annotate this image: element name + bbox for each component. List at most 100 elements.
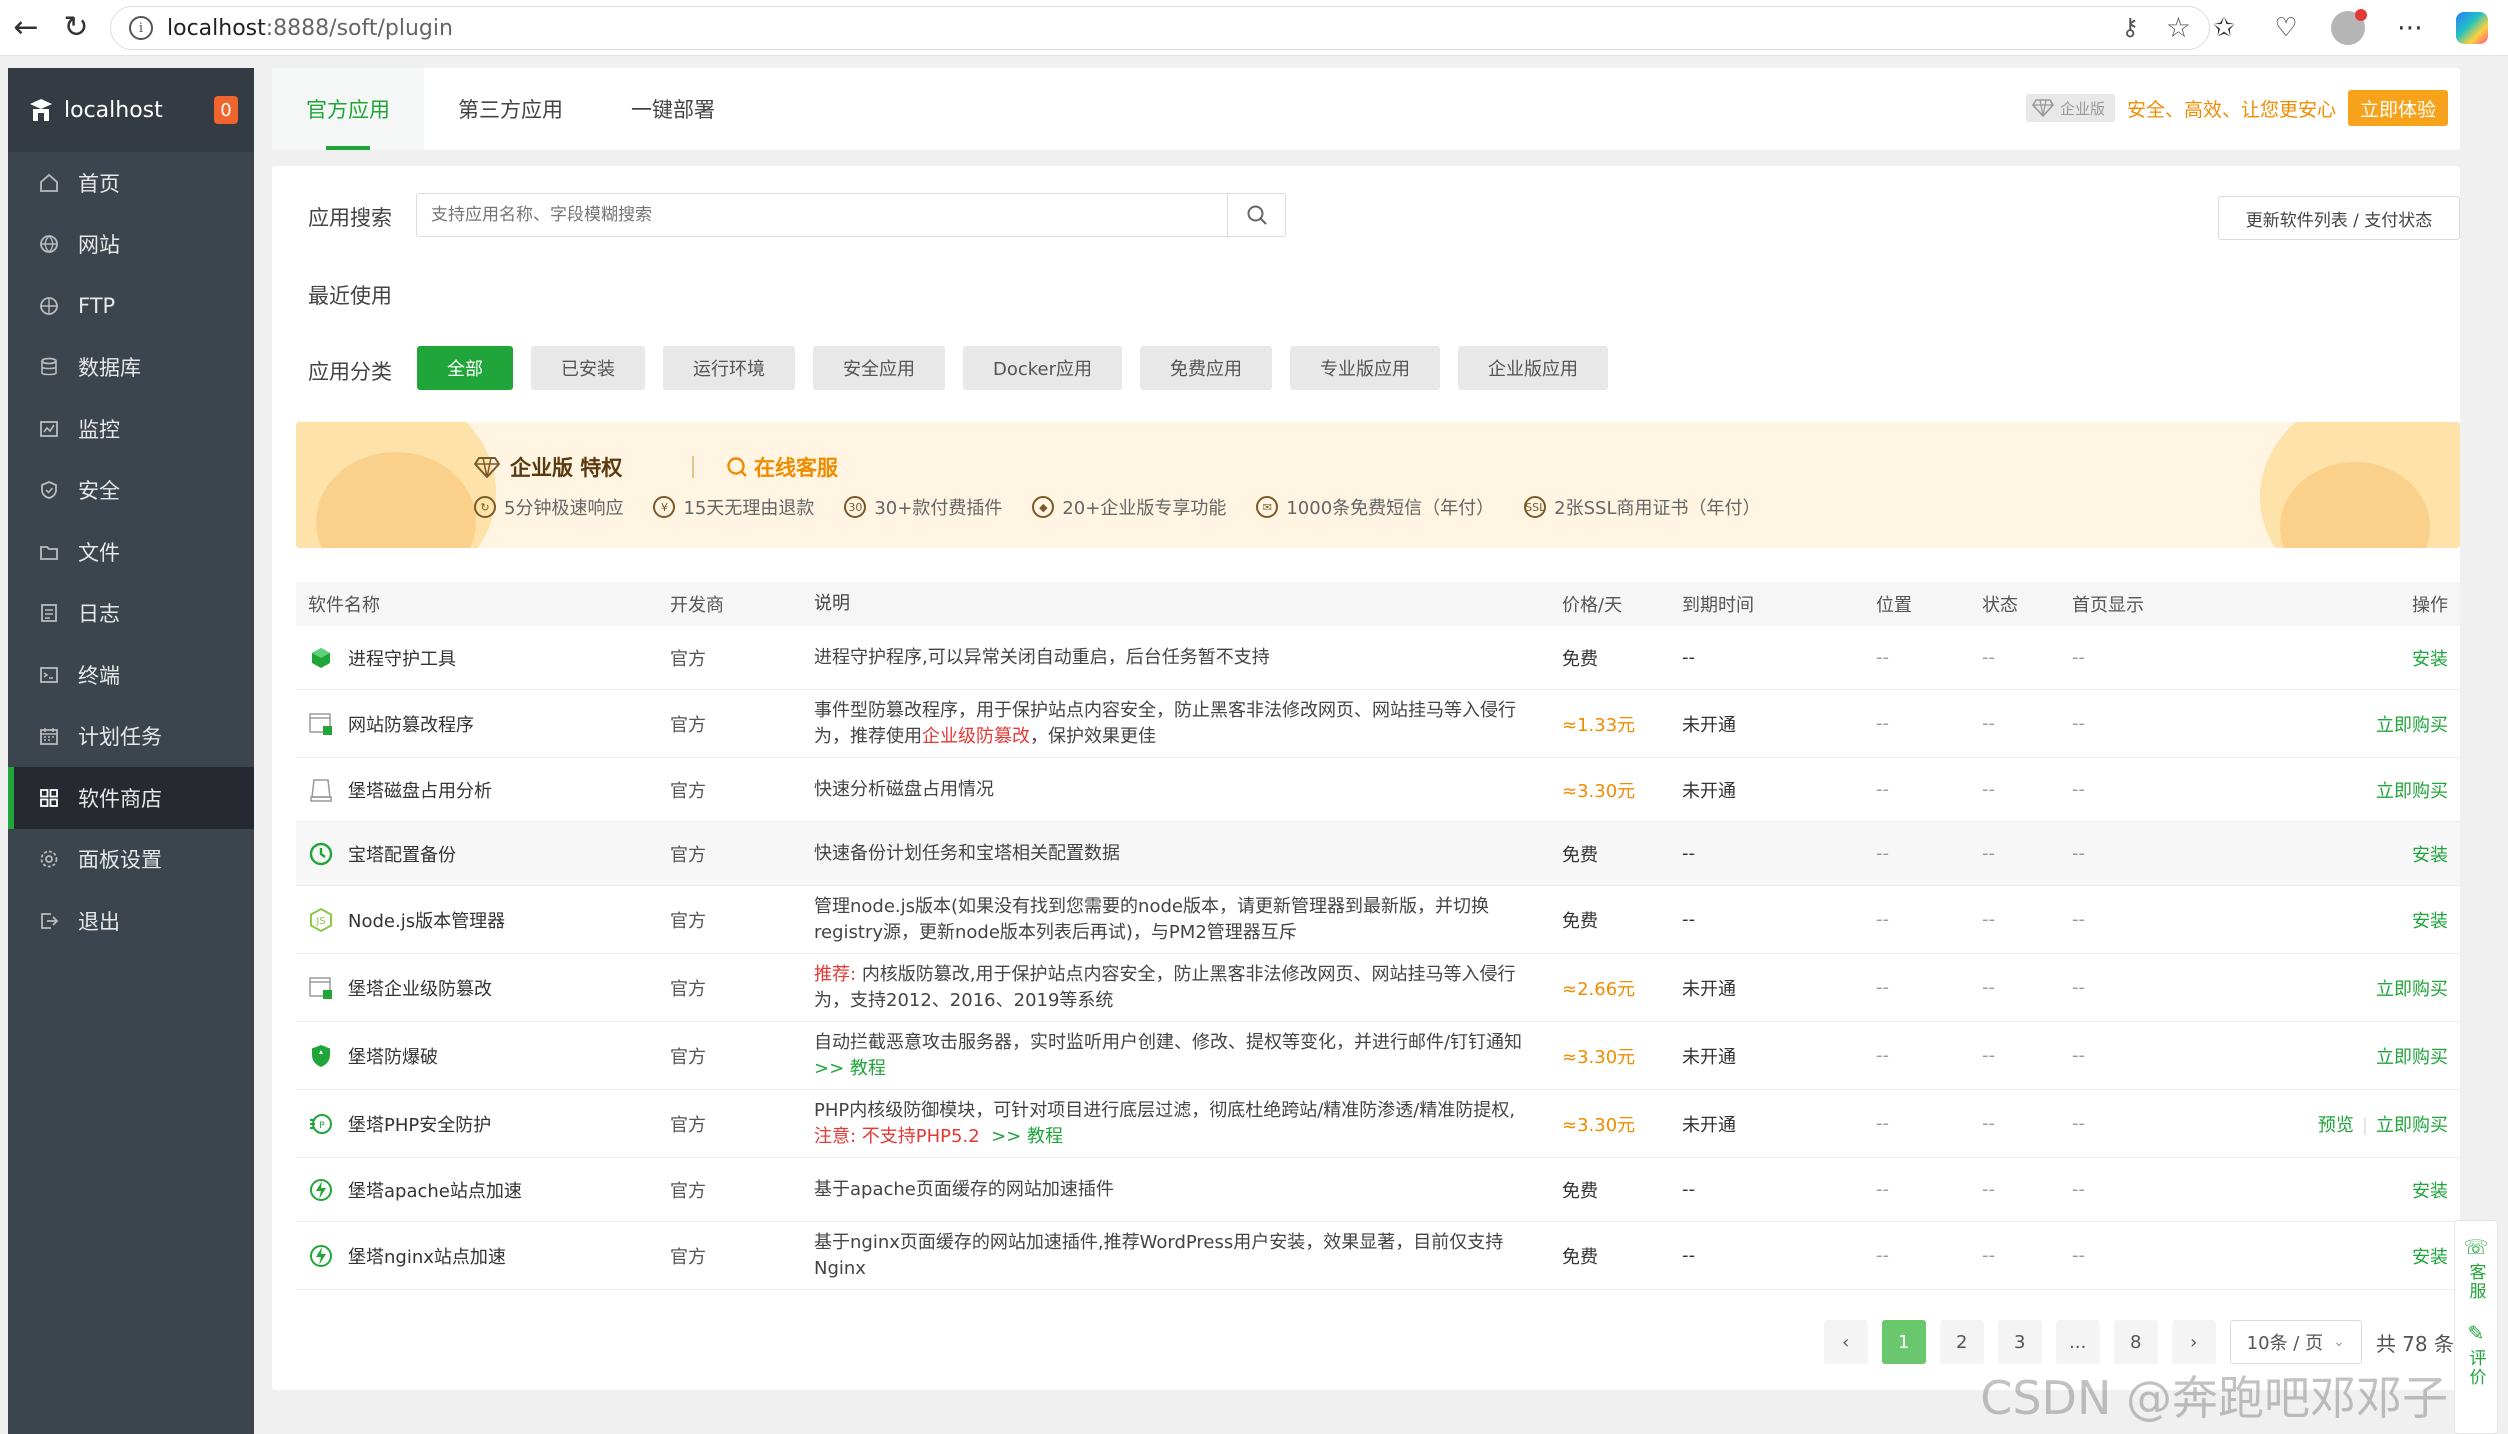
tutorial-link[interactable]: >> 教程: [991, 1126, 1063, 1147]
tab-third-party[interactable]: 第三方应用: [424, 68, 597, 150]
row-developer: 官方: [670, 714, 706, 736]
try-now-button[interactable]: 立即体验: [2347, 90, 2448, 126]
prev-page-button[interactable]: ‹: [1823, 1320, 1868, 1364]
row-location: --: [1876, 1245, 1889, 1266]
enterprise-banner[interactable]: 企业版 特权 在线客服 ↻ 5分钟极速响应 ¥15天无理由退款 30 30+款付费插件 ◆…: [296, 422, 2460, 548]
banner-feature: ↻ 5分钟极速响应: [474, 494, 623, 520]
chat-icon: [727, 457, 747, 477]
search-button[interactable]: [1227, 194, 1285, 236]
sidebar-item-8[interactable]: 终端: [8, 644, 254, 706]
page-size-select[interactable]: 10条 / 页 ⌄: [2229, 1320, 2362, 1364]
sidebar-item-6[interactable]: 文件: [8, 521, 254, 583]
row-name[interactable]: 堡塔防爆破: [348, 1043, 438, 1069]
sidebar-item-5[interactable]: 安全: [8, 460, 254, 522]
page-8[interactable]: 8: [2113, 1320, 2158, 1364]
search-input[interactable]: [417, 194, 1227, 236]
install-button[interactable]: 安装: [2412, 911, 2448, 932]
row-status: --: [1982, 713, 1995, 734]
reload-button[interactable]: ↻: [50, 2, 102, 54]
category-0[interactable]: 全部: [417, 346, 513, 390]
sidebar-item-3[interactable]: 数据库: [8, 337, 254, 399]
sidebar-item-label: 退出: [78, 909, 120, 934]
row-name[interactable]: Node.js版本管理器: [348, 907, 505, 933]
buy-now-button[interactable]: 立即购买: [2376, 979, 2448, 1000]
sidebar-item-12[interactable]: 退出: [8, 890, 254, 952]
row-name[interactable]: 堡塔磁盘占用分析: [348, 777, 492, 803]
banner-feature-text: 20+企业版专享功能: [1062, 498, 1227, 519]
chevron-down-icon: ⌄: [2333, 1334, 2345, 1350]
row-desc: 内核版防篡改,用于保护站点内容安全，防止黑客非法修改网页、网站挂马等入侵行为，支…: [814, 963, 1516, 1011]
buy-now-button[interactable]: 立即购买: [2376, 1115, 2448, 1136]
tutorial-link[interactable]: >> 教程: [814, 1058, 886, 1079]
row-status: --: [1982, 909, 1995, 930]
star-icon[interactable]: ☆: [2166, 11, 2191, 44]
tab-official[interactable]: 官方应用: [272, 68, 424, 150]
sidebar-item-label: 文件: [78, 540, 120, 565]
col-description: 说明: [814, 593, 850, 614]
banner-feature-text: 1000条免费短信（年付）: [1286, 498, 1495, 519]
sidebar-item-label: 软件商店: [78, 786, 162, 811]
sidebar-item-1[interactable]: 网站: [8, 214, 254, 276]
row-name[interactable]: 进程守护工具: [348, 645, 456, 671]
sidebar-item-0[interactable]: 首页: [8, 152, 254, 214]
row-name[interactable]: 堡塔nginx站点加速: [348, 1243, 506, 1269]
page-1[interactable]: 1: [1881, 1320, 1926, 1364]
row-actions: 预览 | 立即购买: [2317, 1114, 2448, 1136]
preview-button[interactable]: 预览: [2318, 1115, 2354, 1136]
row-status: --: [1982, 1045, 1995, 1066]
sidebar-item-10[interactable]: 软件商店: [8, 767, 254, 829]
install-button[interactable]: 安装: [2412, 1247, 2448, 1268]
sidebar-item-11[interactable]: 面板设置: [8, 829, 254, 891]
next-page-button[interactable]: ›: [2171, 1320, 2216, 1364]
row-name[interactable]: 堡塔PHP安全防护: [348, 1111, 491, 1137]
notification-badge[interactable]: 0: [214, 96, 238, 124]
log-icon: [38, 602, 60, 624]
row-name[interactable]: 堡塔apache站点加速: [348, 1177, 522, 1203]
category-7[interactable]: 企业版应用: [1458, 346, 1609, 390]
banner-feature-text: 30+款付费插件: [874, 498, 1003, 519]
key-icon[interactable]: ⚷: [2121, 13, 2139, 41]
category-2[interactable]: 运行环境: [663, 346, 795, 390]
sidebar-item-9[interactable]: 计划任务: [8, 706, 254, 768]
address-bar[interactable]: i localhost:8888/soft/plugin ⚷ ☆: [110, 6, 2210, 50]
category-3[interactable]: 安全应用: [813, 346, 945, 390]
install-button[interactable]: 安装: [2412, 649, 2448, 670]
buy-now-button[interactable]: 立即购买: [2376, 781, 2448, 802]
category-6[interactable]: 专业版应用: [1290, 346, 1441, 390]
row-name[interactable]: 网站防篡改程序: [348, 711, 474, 737]
category-4[interactable]: Docker应用: [963, 346, 1123, 390]
buy-now-button[interactable]: 立即购买: [2376, 715, 2448, 736]
favorites-icon[interactable]: ✩: [2202, 6, 2246, 50]
info-icon[interactable]: i: [129, 16, 153, 40]
profile-button[interactable]: [2326, 6, 2370, 50]
tab-one-click-deploy[interactable]: 一键部署: [597, 68, 749, 150]
more-icon[interactable]: ⋯: [2388, 6, 2432, 50]
health-icon[interactable]: ♡: [2264, 6, 2308, 50]
service-link[interactable]: 客服: [2464, 1263, 2489, 1301]
online-service-link[interactable]: 在线客服: [726, 452, 838, 482]
sidebar-item-2[interactable]: FTP: [8, 275, 254, 337]
row-actions: 立即购买: [2252, 1043, 2460, 1069]
refresh-list-button[interactable]: 更新软件列表 / 支付状态: [2218, 196, 2460, 240]
desc-link[interactable]: 企业级防篡改: [922, 726, 1030, 747]
page-2[interactable]: 2: [1939, 1320, 1984, 1364]
back-button[interactable]: ←: [0, 2, 52, 54]
sidebar-item-7[interactable]: 日志: [8, 583, 254, 645]
disk-analysis-icon: [308, 777, 334, 803]
online-service-text: 在线客服: [754, 456, 838, 480]
page-3[interactable]: 3: [1997, 1320, 2042, 1364]
category-1[interactable]: 已安装: [531, 346, 645, 390]
page-ellipsis[interactable]: ...: [2055, 1320, 2100, 1364]
row-name[interactable]: 堡塔企业级防篡改: [348, 975, 492, 1001]
buy-now-button[interactable]: 立即购买: [2376, 1047, 2448, 1068]
install-button[interactable]: 安装: [2412, 1181, 2448, 1202]
ftp-icon: [38, 295, 60, 317]
review-link[interactable]: 评价: [2464, 1349, 2489, 1387]
copilot-button[interactable]: [2450, 6, 2494, 50]
sidebar-item-4[interactable]: 监控: [8, 398, 254, 460]
row-status: --: [1982, 977, 1995, 998]
category-5[interactable]: 免费应用: [1140, 346, 1273, 390]
row-name[interactable]: 宝塔配置备份: [348, 841, 456, 867]
row-description: 快速分析磁盘占用情况: [814, 777, 1562, 803]
install-button[interactable]: 安装: [2412, 845, 2448, 866]
